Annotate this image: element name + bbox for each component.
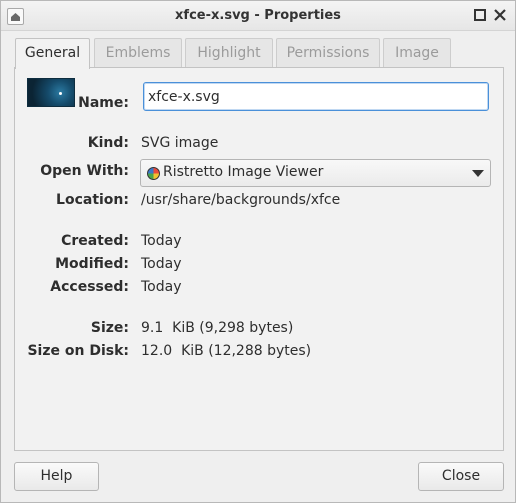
help-button[interactable]: Help	[14, 462, 99, 491]
open-with-value: Ristretto Image Viewer	[163, 164, 324, 180]
accessed-value: Today	[141, 279, 182, 295]
title-bar[interactable]: xfce-x.svg - Properties	[1, 1, 515, 31]
tab-permissions[interactable]: Permissions	[276, 38, 380, 68]
size-value: 9.1 KiB (9,298 bytes)	[141, 320, 294, 336]
close-button[interactable]: Close	[418, 462, 504, 491]
name-input[interactable]	[143, 82, 489, 111]
kind-value: SVG image	[141, 135, 219, 151]
open-with-combo[interactable]: Ristretto Image Viewer	[140, 159, 491, 187]
tab-emblems[interactable]: Emblems	[94, 38, 182, 68]
ristretto-icon	[147, 167, 160, 180]
size-on-disk-label: Size on Disk:	[27, 343, 129, 359]
dropdown-arrow-icon	[472, 170, 484, 177]
tab-highlight[interactable]: Highlight	[185, 38, 273, 68]
close-icon[interactable]	[492, 7, 508, 23]
location-label: Location:	[56, 192, 129, 208]
created-label: Created:	[61, 233, 129, 249]
modified-value: Today	[141, 256, 182, 272]
kind-label: Kind:	[87, 135, 129, 151]
tab-general[interactable]: General	[15, 38, 90, 69]
properties-window: xfce-x.svg - Properties General Emblems …	[0, 0, 516, 503]
modified-label: Modified:	[55, 256, 129, 272]
created-value: Today	[141, 233, 182, 249]
maximize-icon[interactable]	[472, 7, 488, 23]
accessed-label: Accessed:	[50, 279, 129, 295]
open-with-label: Open With:	[40, 163, 129, 179]
size-label: Size:	[90, 320, 129, 336]
location-value: /usr/share/backgrounds/xfce	[141, 192, 341, 208]
tab-image[interactable]: Image	[383, 38, 451, 68]
window-title: xfce-x.svg - Properties	[175, 8, 341, 23]
size-on-disk-value: 12.0 KiB (12,288 bytes)	[141, 343, 312, 359]
name-label: Name:	[78, 95, 129, 111]
